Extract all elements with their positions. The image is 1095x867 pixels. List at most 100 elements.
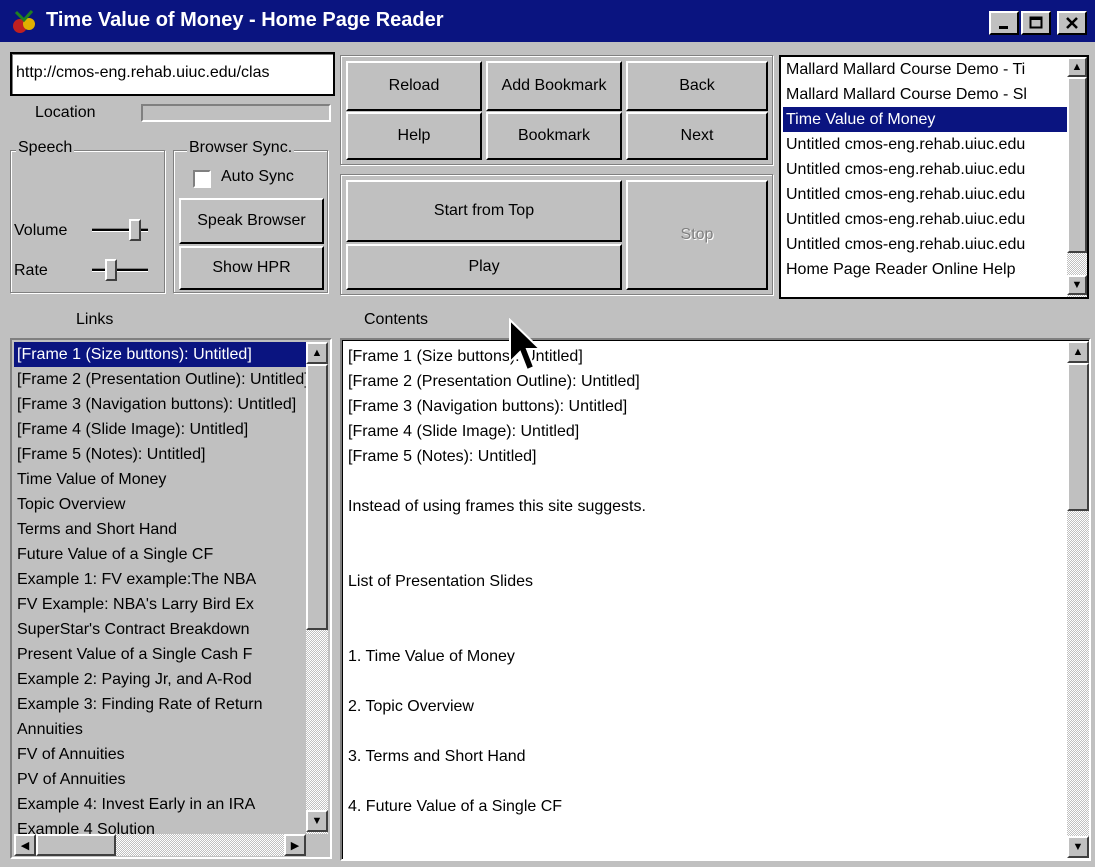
link-item[interactable]: [Frame 1 (Size buttons): Untitled] [14, 342, 306, 367]
history-item[interactable]: Mallard Mallard Course Demo - Sl [783, 82, 1067, 107]
history-item[interactable]: Untitled cmos-eng.rehab.uiuc.edu [783, 207, 1067, 232]
links-h-scrollbar[interactable]: ◀ ▶ [14, 834, 306, 856]
history-items: Mallard Mallard Course Demo - Ti Mallard … [783, 57, 1067, 297]
links-v-scrollbar[interactable]: ▲ ▼ [306, 342, 328, 834]
link-item[interactable]: Example 4: Invest Early in an IRA [14, 792, 306, 817]
maximize-icon[interactable] [1021, 11, 1051, 35]
content-line: [Frame 2 (Presentation Outline): Untitle… [348, 373, 640, 390]
history-item[interactable]: Mallard Mallard Course Demo - Ti [783, 57, 1067, 82]
help-button[interactable]: Help [346, 112, 482, 160]
link-item[interactable]: Annuities [14, 717, 306, 742]
history-scroll-thumb[interactable] [1067, 77, 1087, 253]
link-item[interactable]: PV of Annuities [14, 767, 306, 792]
content-line: 4. Future Value of a Single CF [348, 798, 563, 815]
content-line [348, 669, 1058, 694]
links-label: Links [76, 311, 114, 328]
content-line [348, 769, 1058, 794]
url-input[interactable]: http://cmos-eng.rehab.uiuc.edu/clas [10, 52, 335, 96]
contents-panel[interactable]: [Frame 1 (Size buttons): Untitled] [Frame… [340, 338, 1091, 861]
title-bar: Time Value of Money - Home Page Reader [0, 0, 1095, 42]
scroll-up-icon[interactable]: ▲ [306, 342, 328, 364]
home-page-reader-icon [13, 10, 35, 33]
content-line: List of Presentation Slides [348, 573, 533, 590]
content-line [348, 594, 1058, 619]
auto-sync-label: Auto Sync [221, 168, 294, 185]
rate-slider-track [92, 268, 148, 272]
links-scroll-thumb[interactable] [306, 364, 328, 630]
scroll-left-icon[interactable]: ◀ [14, 834, 36, 856]
speak-browser-button[interactable]: Speak Browser [179, 198, 324, 244]
contents-label: Contents [364, 311, 429, 328]
link-item[interactable]: Terms and Short Hand [14, 517, 306, 542]
location-label: Location [35, 104, 96, 121]
show-hpr-button[interactable]: Show HPR [179, 246, 324, 290]
mouse-pointer-icon [509, 318, 540, 372]
links-list[interactable]: [Frame 1 (Size buttons): Untitled] [Frame… [10, 338, 332, 859]
scroll-right-icon[interactable]: ▶ [284, 834, 306, 856]
link-item[interactable]: FV of Annuities [14, 742, 306, 767]
links-items: [Frame 1 (Size buttons): Untitled] [Frame… [14, 342, 306, 834]
link-item[interactable]: FV Example: NBA's Larry Bird Ex [14, 592, 306, 617]
content-line: [Frame 3 (Navigation buttons): Untitled] [348, 398, 628, 415]
start-from-top-button[interactable]: Start from Top [346, 180, 622, 242]
link-item[interactable]: Example 4 Solution [14, 817, 306, 834]
contents-scroll-thumb[interactable] [1067, 363, 1089, 511]
next-button[interactable]: Next [626, 112, 768, 160]
history-item[interactable]: Untitled cmos-eng.rehab.uiuc.edu [783, 232, 1067, 257]
link-item[interactable]: [Frame 4 (Slide Image): Untitled] [14, 417, 306, 442]
content-line: [Frame 4 (Slide Image): Untitled] [348, 423, 580, 440]
browser-sync-label: Browser Sync. [187, 139, 295, 157]
content-line: [Frame 1 (Size buttons): Untitled] [348, 348, 583, 365]
scroll-down-icon[interactable]: ▼ [1067, 836, 1089, 858]
scroll-up-icon[interactable]: ▲ [1067, 341, 1089, 363]
history-item[interactable]: Untitled cmos-eng.rehab.uiuc.edu [783, 182, 1067, 207]
link-item[interactable]: [Frame 5 (Notes): Untitled] [14, 442, 306, 467]
stop-button[interactable]: Stop [626, 180, 768, 290]
link-item[interactable]: [Frame 3 (Navigation buttons): Untitled] [14, 392, 306, 417]
bookmark-button[interactable]: Bookmark [486, 112, 622, 160]
close-icon[interactable] [1057, 11, 1087, 35]
scroll-down-icon[interactable]: ▼ [306, 810, 328, 832]
speech-group-label: Speech [16, 139, 75, 157]
auto-sync-checkbox[interactable] [193, 170, 211, 188]
rate-slider[interactable] [105, 259, 118, 281]
volume-label: Volume [14, 222, 68, 239]
history-list[interactable]: Mallard Mallard Course Demo - Ti Mallard … [779, 55, 1089, 299]
content-line: 3. Terms and Short Hand [348, 748, 526, 765]
history-item[interactable]: Time Value of Money [783, 107, 1067, 132]
history-item[interactable]: Untitled cmos-eng.rehab.uiuc.edu [783, 132, 1067, 157]
link-item[interactable]: Time Value of Money [14, 467, 306, 492]
history-item[interactable]: Untitled cmos-eng.rehab.uiuc.edu [783, 157, 1067, 182]
location-progress-bar [141, 104, 331, 122]
link-item[interactable]: Future Value of a Single CF [14, 542, 306, 567]
add-bookmark-button[interactable]: Add Bookmark [486, 61, 622, 111]
play-button[interactable]: Play [346, 244, 622, 290]
link-item[interactable]: Example 1: FV example:The NBA [14, 567, 306, 592]
contents-scrollbar[interactable]: ▲ ▼ [1067, 341, 1089, 858]
link-item[interactable]: Present Value of a Single Cash F [14, 642, 306, 667]
links-h-scroll-thumb[interactable] [36, 834, 116, 856]
back-button[interactable]: Back [626, 61, 768, 111]
link-item[interactable]: SuperStar's Contract Breakdown [14, 617, 306, 642]
volume-slider[interactable] [129, 219, 142, 241]
link-item[interactable]: Topic Overview [14, 492, 306, 517]
content-line: 2. Topic Overview [348, 698, 474, 715]
content-line [348, 519, 1058, 544]
scroll-down-icon[interactable]: ▼ [1067, 275, 1087, 295]
content-line [348, 544, 1058, 569]
content-line [348, 719, 1058, 744]
link-item[interactable]: Example 2: Paying Jr, and A-Rod [14, 667, 306, 692]
contents-text: [Frame 1 (Size buttons): Untitled] [Frame… [348, 344, 1058, 854]
content-line: Instead of using frames this site sugges… [348, 498, 646, 515]
rate-label: Rate [14, 262, 48, 279]
content-line [348, 469, 1058, 494]
minimize-icon[interactable] [989, 11, 1019, 35]
link-item[interactable]: [Frame 2 (Presentation Outline): Untitle… [14, 367, 306, 392]
history-item[interactable]: Home Page Reader Online Help [783, 257, 1067, 282]
scroll-up-icon[interactable]: ▲ [1067, 57, 1087, 77]
content-line: 1. Time Value of Money [348, 648, 515, 665]
reload-button[interactable]: Reload [346, 61, 482, 111]
link-item[interactable]: Example 3: Finding Rate of Return [14, 692, 306, 717]
content-line: [Frame 5 (Notes): Untitled] [348, 448, 537, 465]
history-scrollbar[interactable]: ▲ ▼ [1067, 57, 1087, 297]
